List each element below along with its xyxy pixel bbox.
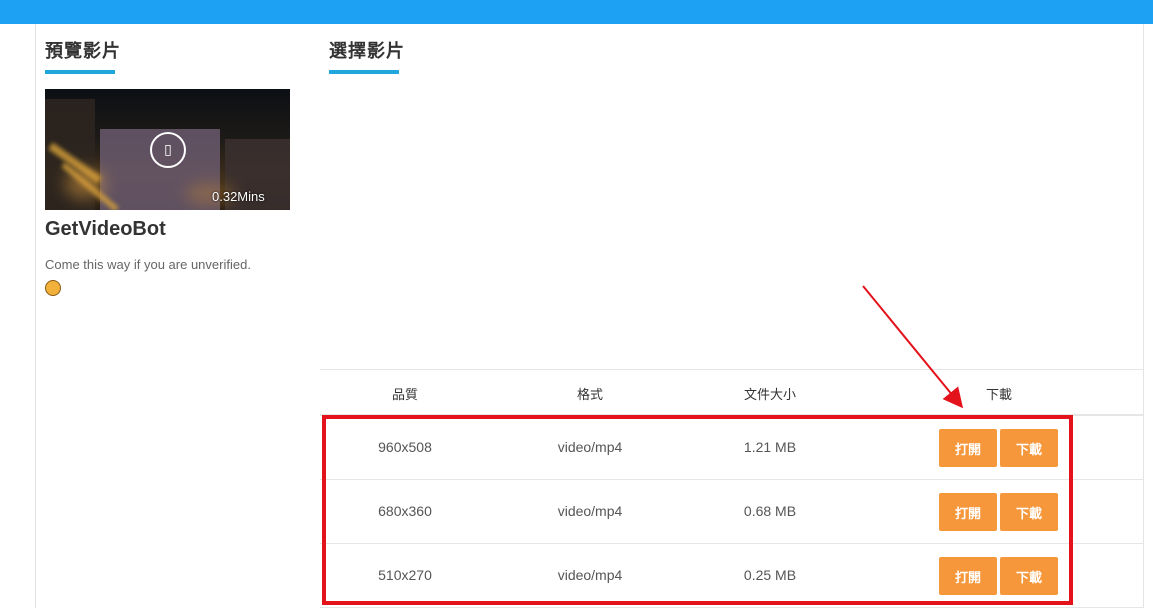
bot-description: Come this way if you are unverified. xyxy=(45,257,251,272)
table-header: 品質 格式 文件大小 下載 xyxy=(320,369,1144,416)
column-quality: 品質 xyxy=(391,388,418,403)
row-quality: 960x508 xyxy=(378,439,432,455)
column-download: 下載 xyxy=(985,388,1012,403)
row-format: video/mp4 xyxy=(557,439,623,455)
row-size: 0.25 MB xyxy=(743,567,797,583)
table-row: 680x360 video/mp4 0.68 MB 打開 下載 xyxy=(320,480,1144,544)
video-duration: 0.32Mins xyxy=(212,189,265,204)
row-quality: 680x360 xyxy=(378,503,432,519)
column-size: 文件大小 xyxy=(743,388,796,403)
preview-heading: 預覽影片 xyxy=(45,41,121,62)
play-icon: ▯ xyxy=(164,142,172,158)
open-button[interactable]: 打開 xyxy=(939,557,997,595)
row-quality: 510x270 xyxy=(378,567,432,583)
video-options-table: 品質 格式 文件大小 下載 960x508 video/mp4 1.21 MB … xyxy=(320,369,1144,608)
row-format: video/mp4 xyxy=(557,503,623,519)
table-row: 510x270 video/mp4 0.25 MB 打開 下載 xyxy=(320,544,1144,608)
play-button[interactable]: ▯ xyxy=(150,132,186,168)
top-bar xyxy=(0,0,1153,24)
bot-title: GetVideoBot xyxy=(45,218,166,240)
row-size: 1.21 MB xyxy=(743,439,797,455)
row-size: 0.68 MB xyxy=(743,503,797,519)
open-button[interactable]: 打開 xyxy=(939,493,997,531)
preview-heading-underline xyxy=(45,70,115,74)
table-row: 960x508 video/mp4 1.21 MB 打開 下載 xyxy=(320,416,1144,480)
hand-emoji-icon xyxy=(45,280,61,296)
column-format: 格式 xyxy=(576,388,603,403)
download-button[interactable]: 下載 xyxy=(1000,557,1058,595)
row-format: video/mp4 xyxy=(557,567,623,583)
select-heading-underline xyxy=(329,70,399,74)
download-button[interactable]: 下載 xyxy=(1000,493,1058,531)
download-button[interactable]: 下載 xyxy=(1000,429,1058,467)
open-button[interactable]: 打開 xyxy=(939,429,997,467)
select-heading: 選擇影片 xyxy=(329,41,405,62)
